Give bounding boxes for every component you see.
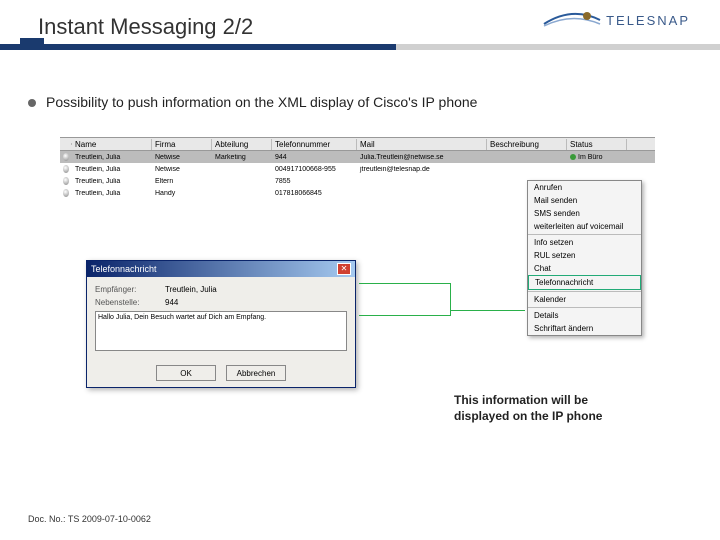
dialog-buttons: OK Abbrechen	[87, 359, 355, 387]
connector-line	[359, 283, 451, 284]
page-title: Instant Messaging 2/2	[38, 14, 253, 40]
menu-divider	[528, 234, 641, 235]
menu-telefonnachricht[interactable]: Telefonnachricht	[528, 275, 641, 290]
recipient-label: Empfänger:	[95, 285, 155, 294]
cell-tel: 7855	[272, 178, 357, 185]
connector-line	[450, 283, 451, 310]
menu-sms[interactable]: SMS senden	[528, 207, 641, 220]
message-textarea[interactable]: Hallo Julia, Dein Besuch wartet auf Dich…	[95, 311, 347, 351]
menu-mail[interactable]: Mail senden	[528, 194, 641, 207]
status-dot-icon	[570, 154, 576, 160]
table-row[interactable]: Treutlein, Julia Netwise 004917100668-95…	[60, 163, 655, 175]
logo-swoosh-icon	[542, 10, 602, 30]
col-firma[interactable]: Firma	[152, 139, 212, 150]
logo: TELESNAP	[542, 10, 690, 30]
cell-abt: Marketing	[212, 154, 272, 161]
table-header: Name Firma Abteilung Telefonnummer Mail …	[60, 137, 655, 151]
caption-line2: displayed on the IP phone	[454, 409, 654, 425]
cell-tel: 017818066845	[272, 190, 357, 197]
dialog-body: Empfänger: Treutlein, Julia Nebenstelle:…	[87, 277, 355, 359]
row-icon	[60, 151, 72, 163]
menu-details[interactable]: Details	[528, 309, 641, 322]
ext-label: Nebenstelle:	[95, 298, 155, 307]
connector-line	[450, 310, 525, 311]
cell-mail: jtreutlein@telesnap.de	[357, 166, 487, 173]
menu-kalender[interactable]: Kalender	[528, 293, 641, 306]
col-telefon[interactable]: Telefonnummer	[272, 139, 357, 150]
col-mail[interactable]: Mail	[357, 139, 487, 150]
dialog-titlebar: Telefonnachricht ✕	[87, 261, 355, 277]
cell-name: Treutlein, Julia	[72, 178, 152, 185]
menu-anrufen[interactable]: Anrufen	[528, 181, 641, 194]
col-name[interactable]: Name	[72, 139, 152, 150]
doc-footer: Doc. No.: TS 2009-07-10-0062	[28, 514, 151, 524]
person-icon	[63, 153, 69, 161]
bullet-text: Possibility to push information on the X…	[46, 94, 477, 110]
menu-rul[interactable]: RUL setzen	[528, 249, 641, 262]
context-menu: Anrufen Mail senden SMS senden weiterlei…	[527, 180, 642, 336]
menu-info[interactable]: Info setzen	[528, 236, 641, 249]
person-icon	[63, 165, 69, 173]
person-icon	[63, 177, 69, 185]
cell-status: Im Büro	[567, 154, 627, 161]
cell-tel: 944	[272, 154, 357, 161]
cell-name: Treutlein, Julia	[72, 190, 152, 197]
cell-name: Treutlein, Julia	[72, 166, 152, 173]
menu-divider	[528, 307, 641, 308]
close-icon[interactable]: ✕	[337, 263, 351, 275]
header-bar	[0, 44, 720, 50]
recipient-value: Treutlein, Julia	[165, 285, 217, 294]
cell-mail: Julia.Treutlein@netwise.se	[357, 154, 487, 161]
cell-firma: Netwise	[152, 154, 212, 161]
col-beschreibung[interactable]: Beschreibung	[487, 139, 567, 150]
connector-line	[450, 310, 451, 315]
menu-voicemail[interactable]: weiterleiten auf voicemail	[528, 220, 641, 233]
cell-firma: Eltern	[152, 178, 212, 185]
ok-button[interactable]: OK	[156, 365, 216, 381]
cell-firma: Handy	[152, 190, 212, 197]
menu-schriftart[interactable]: Schriftart ändern	[528, 322, 641, 335]
menu-divider	[528, 291, 641, 292]
bullet-dot-icon	[28, 99, 36, 107]
ext-value: 944	[165, 298, 178, 307]
cell-tel: 004917100668-955	[272, 166, 357, 173]
bullet-item: Possibility to push information on the X…	[28, 94, 477, 110]
table-row[interactable]: Treutlein, Julia Netwise Marketing 944 J…	[60, 151, 655, 163]
phone-message-dialog: Telefonnachricht ✕ Empfänger: Treutlein,…	[86, 260, 356, 388]
connector-line	[359, 315, 451, 316]
callout-caption: This information will be displayed on th…	[454, 393, 654, 424]
col-status[interactable]: Status	[567, 139, 627, 150]
cell-name: Treutlein, Julia	[72, 154, 152, 161]
dialog-title-text: Telefonnachricht	[91, 264, 157, 274]
menu-chat[interactable]: Chat	[528, 262, 641, 275]
logo-text: TELESNAP	[606, 13, 690, 28]
col-abteilung[interactable]: Abteilung	[212, 139, 272, 150]
person-icon	[63, 189, 69, 197]
cancel-button[interactable]: Abbrechen	[226, 365, 286, 381]
cell-firma: Netwise	[152, 166, 212, 173]
caption-line1: This information will be	[454, 393, 654, 409]
